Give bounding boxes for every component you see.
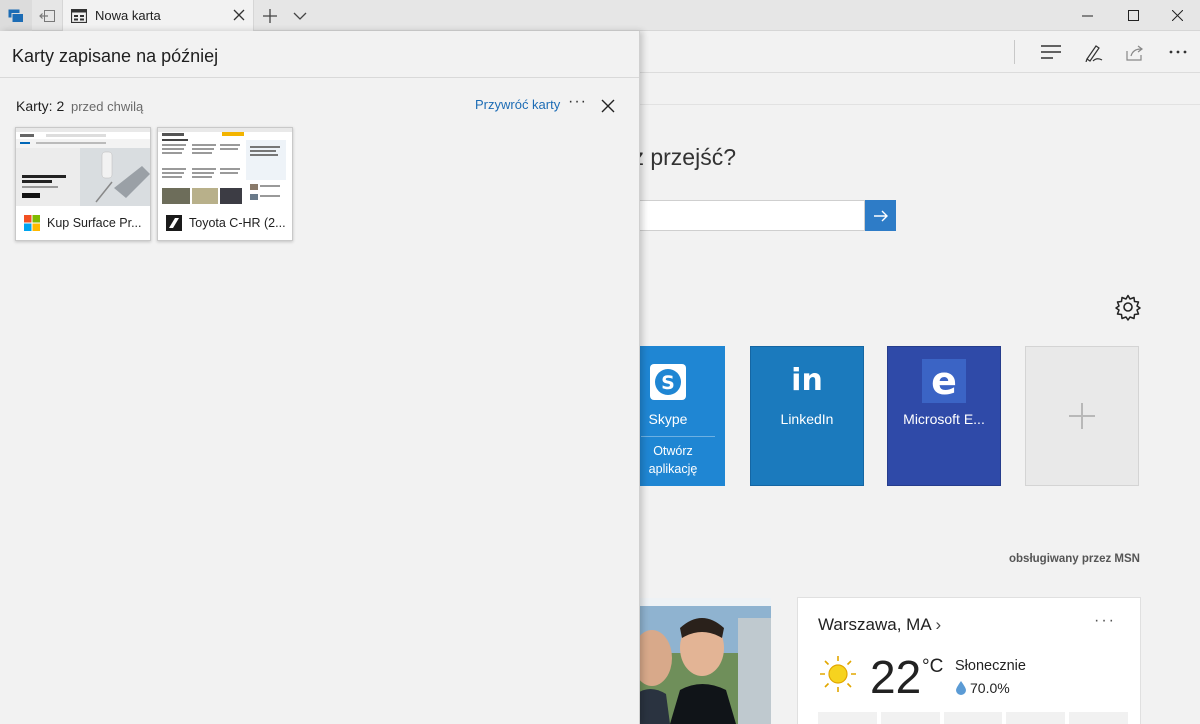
hub-icon bbox=[1041, 45, 1061, 59]
saved-tabs-icon bbox=[8, 9, 24, 23]
minimize-icon bbox=[1081, 15, 1093, 16]
weather-condition: Słonecznie bbox=[955, 658, 1026, 674]
saved-tab-footer: Kup Surface Pr... bbox=[16, 206, 150, 240]
hub-button[interactable] bbox=[1031, 37, 1071, 67]
page-preview-image bbox=[158, 128, 292, 206]
tab-page-icon bbox=[71, 8, 87, 23]
share-icon bbox=[1126, 45, 1143, 61]
svg-text:S: S bbox=[661, 372, 675, 394]
close-icon bbox=[1171, 10, 1183, 21]
maximize-icon bbox=[1127, 10, 1139, 21]
news-photo-image bbox=[630, 598, 771, 724]
chevron-down-icon bbox=[293, 12, 307, 20]
tab-preview-toggle[interactable] bbox=[288, 0, 312, 31]
edge-icon: e bbox=[922, 359, 966, 403]
news-photo[interactable] bbox=[630, 598, 771, 724]
set-tabs-aside-button[interactable] bbox=[32, 0, 62, 31]
linkedin-icon: in bbox=[791, 363, 823, 398]
weather-forecast-strip bbox=[818, 712, 1128, 724]
plus-icon bbox=[263, 8, 277, 23]
tile-divider bbox=[641, 436, 715, 437]
set-aside-icon bbox=[39, 9, 55, 22]
sun-icon bbox=[820, 656, 856, 692]
minimize-button[interactable] bbox=[1064, 0, 1110, 31]
top-site-linkedin[interactable]: in LinkedIn bbox=[750, 346, 864, 486]
humidity-drop-icon bbox=[956, 681, 966, 695]
panel-title: Karty zapisane na później bbox=[12, 46, 219, 66]
panel-divider bbox=[0, 77, 639, 78]
saved-tab-title: Kup Surface Pr... bbox=[47, 216, 142, 230]
share-button[interactable] bbox=[1115, 37, 1155, 67]
microsoft-logo-icon bbox=[24, 215, 40, 231]
close-icon[interactable] bbox=[600, 98, 616, 114]
tab-group-count: Karty: 2 bbox=[16, 98, 65, 114]
chevron-right-icon: › bbox=[935, 615, 942, 634]
tile-label: Microsoft E... bbox=[903, 411, 985, 427]
weather-unit: °C bbox=[922, 656, 944, 677]
page-divider bbox=[640, 104, 1200, 105]
tab-group-time: przed chwilą bbox=[71, 99, 144, 114]
gear-icon[interactable] bbox=[1114, 293, 1142, 321]
msn-credit: obsługiwany przez MSN bbox=[1009, 553, 1140, 565]
skype-icon: S bbox=[650, 364, 686, 400]
saved-tab-thumbnail[interactable]: Kup Surface Pr... bbox=[15, 127, 151, 241]
weather-temperature: 22 bbox=[870, 651, 922, 703]
tab-new-tab[interactable]: Nowa karta bbox=[62, 0, 254, 31]
weather-more-button[interactable]: ··· bbox=[1094, 612, 1116, 630]
top-site-microsoft-edge[interactable]: e Microsoft E... bbox=[887, 346, 1001, 486]
page-preview-image bbox=[16, 128, 150, 206]
more-button[interactable] bbox=[1158, 37, 1198, 67]
site-favicon-icon bbox=[166, 215, 182, 231]
restore-tabs-link[interactable]: Przywróć karty bbox=[475, 97, 560, 112]
new-tab-button[interactable] bbox=[258, 0, 282, 31]
saved-tab-title: Toyota C-HR (2... bbox=[189, 216, 286, 230]
add-top-site-tile[interactable] bbox=[1025, 346, 1139, 486]
plus-icon bbox=[1069, 403, 1095, 429]
maximize-button[interactable] bbox=[1110, 0, 1156, 31]
more-dots-icon bbox=[1169, 50, 1187, 54]
saved-tab-thumbnail[interactable]: Toyota C-HR (2... bbox=[157, 127, 293, 241]
tabs-aside-button[interactable] bbox=[0, 0, 32, 31]
search-go-button[interactable] bbox=[865, 200, 896, 231]
tab-bar: Nowa karta bbox=[0, 0, 1200, 31]
close-tab-icon[interactable] bbox=[231, 7, 247, 23]
arrow-right-icon bbox=[873, 210, 888, 221]
tab-title: Nowa karta bbox=[95, 8, 161, 23]
close-window-button[interactable] bbox=[1154, 0, 1200, 31]
svg-text:e: e bbox=[931, 359, 957, 403]
saved-tabs-panel: Karty zapisane na później Karty: 2 przed… bbox=[0, 31, 640, 724]
saved-tab-footer: Toyota C-HR (2... bbox=[158, 206, 292, 240]
toolbar-separator bbox=[1014, 40, 1015, 64]
weather-humidity: 70.0% bbox=[970, 680, 1010, 696]
weather-card[interactable]: Warszawa, MA › ··· 22 °C Słonecznie 70.0… bbox=[797, 597, 1141, 724]
pen-icon bbox=[1085, 45, 1103, 62]
tile-label: LinkedIn bbox=[780, 411, 834, 427]
weather-location[interactable]: Warszawa, MA › bbox=[818, 615, 941, 635]
web-note-button[interactable] bbox=[1074, 37, 1114, 67]
tab-group-more-button[interactable]: ··· bbox=[568, 93, 587, 111]
